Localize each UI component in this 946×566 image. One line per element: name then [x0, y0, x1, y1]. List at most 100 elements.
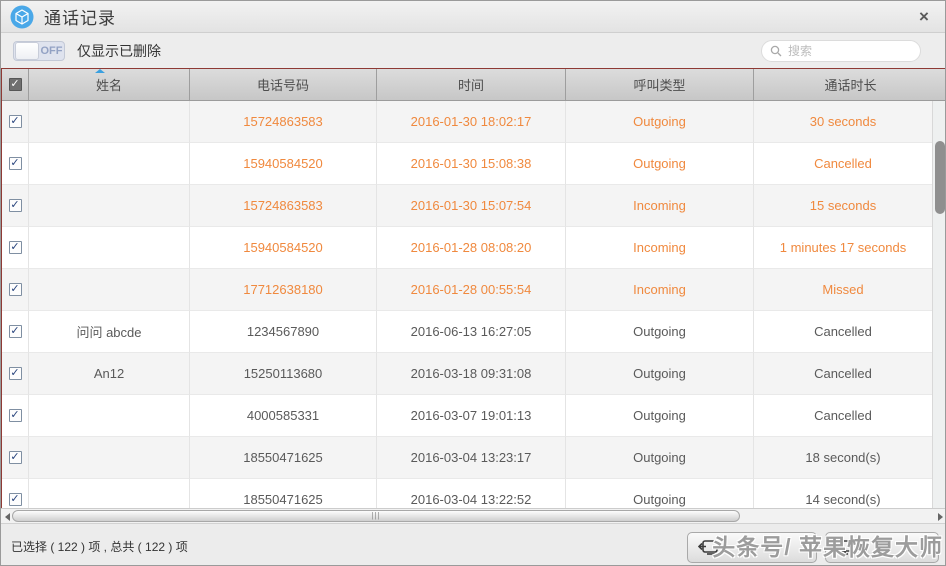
- row-checkbox-cell: ✓: [2, 437, 29, 479]
- row-checkbox[interactable]: ✓: [9, 157, 22, 170]
- scroll-left-arrow-icon[interactable]: [2, 512, 12, 521]
- table-row[interactable]: ✓ 问问 abcde 1234567890 2016-06-13 16:27:0…: [2, 311, 933, 353]
- cell-time: 2016-03-07 19:01:13: [377, 395, 566, 437]
- column-header-time[interactable]: 时间: [377, 69, 566, 100]
- row-checkbox[interactable]: ✓: [9, 199, 22, 212]
- call-records-window: 通话记录 × OFF 仅显示已删除 ✓ 姓名 电话号码: [0, 0, 946, 566]
- table-row[interactable]: ✓ 15940584520 2016-01-30 15:08:38 Outgoi…: [2, 143, 933, 185]
- cell-name: [29, 143, 190, 185]
- table-row[interactable]: ✓ 15724863583 2016-01-30 18:02:17 Outgoi…: [2, 101, 933, 143]
- cell-phone: 1234567890: [190, 311, 377, 353]
- column-header-name-label: 姓名: [96, 75, 122, 94]
- cell-calltype: Incoming: [566, 185, 754, 227]
- cell-phone: 15940584520: [190, 227, 377, 269]
- column-header-duration[interactable]: 通话时长: [754, 69, 946, 100]
- horizontal-scrollbar-thumb[interactable]: |||: [12, 510, 740, 522]
- table-row[interactable]: ✓ 18550471625 2016-03-04 13:23:17 Outgoi…: [2, 437, 933, 479]
- table-row[interactable]: ✓ 15724863583 2016-01-30 15:07:54 Incomi…: [2, 185, 933, 227]
- cell-name: [29, 185, 190, 227]
- cell-time: 2016-06-13 16:27:05: [377, 311, 566, 353]
- cell-name: [29, 101, 190, 143]
- row-checkbox[interactable]: ✓: [9, 451, 22, 464]
- cell-duration: 18 second(s): [754, 437, 933, 479]
- cell-time: 2016-03-04 13:22:52: [377, 479, 566, 508]
- device-arrow-icon: [698, 540, 718, 556]
- row-checkbox-cell: ✓: [2, 311, 29, 353]
- selection-status-text: 已选择 ( 122 ) 项 , 总共 ( 122 ) 项: [11, 538, 188, 555]
- table-row[interactable]: ✓ 17712638180 2016-01-28 00:55:54 Incomi…: [2, 269, 933, 311]
- close-icon[interactable]: ×: [913, 6, 935, 28]
- cell-time: 2016-03-18 09:31:08: [377, 353, 566, 395]
- recover-to-device-button[interactable]: [687, 532, 817, 563]
- vertical-scrollbar[interactable]: [932, 101, 946, 508]
- cell-time: 2016-01-30 18:02:17: [377, 101, 566, 143]
- toolbar: OFF 仅显示已删除: [1, 33, 945, 68]
- row-checkbox[interactable]: ✓: [9, 325, 22, 338]
- search-input[interactable]: [788, 44, 912, 58]
- column-header-name[interactable]: 姓名: [29, 69, 190, 100]
- status-bar: 已选择 ( 122 ) 项 , 总共 ( 122 ) 项 头条号/ 苹果恢复大师: [1, 523, 945, 566]
- cell-duration: 1 minutes 17 seconds: [754, 227, 933, 269]
- row-checkbox[interactable]: ✓: [9, 283, 22, 296]
- cell-time: 2016-01-30 15:07:54: [377, 185, 566, 227]
- cell-calltype: Outgoing: [566, 311, 754, 353]
- column-header-time-label: 时间: [458, 75, 484, 94]
- row-checkbox-cell: ✓: [2, 185, 29, 227]
- column-header-calltype[interactable]: 呼叫类型: [566, 69, 754, 100]
- table-row[interactable]: ✓ 15940584520 2016-01-28 08:08:20 Incomi…: [2, 227, 933, 269]
- sort-arrow-icon: [95, 69, 105, 73]
- cell-duration: 14 second(s): [754, 479, 933, 508]
- cell-calltype: Incoming: [566, 269, 754, 311]
- cell-name: [29, 437, 190, 479]
- horizontal-scrollbar[interactable]: |||: [1, 508, 946, 523]
- cell-phone: 15940584520: [190, 143, 377, 185]
- cell-calltype: Outgoing: [566, 101, 754, 143]
- cell-phone: 15250113680: [190, 353, 377, 395]
- recover-to-computer-button[interactable]: [825, 532, 939, 563]
- cell-name: 问问 abcde: [29, 311, 190, 353]
- cell-duration: Cancelled: [754, 395, 933, 437]
- vertical-scrollbar-thumb[interactable]: [935, 141, 945, 214]
- column-header-duration-label: 通话时长: [824, 75, 876, 94]
- table-row[interactable]: ✓ An12 15250113680 2016-03-18 09:31:08 O…: [2, 353, 933, 395]
- row-checkbox-cell: ✓: [2, 395, 29, 437]
- row-checkbox[interactable]: ✓: [9, 115, 22, 128]
- row-checkbox[interactable]: ✓: [9, 241, 22, 254]
- cell-duration: Cancelled: [754, 143, 933, 185]
- table-row[interactable]: ✓ 18550471625 2016-03-04 13:22:52 Outgoi…: [2, 479, 933, 508]
- cell-calltype: Outgoing: [566, 479, 754, 508]
- select-all-checkbox[interactable]: ✓: [9, 78, 22, 91]
- row-checkbox-cell: ✓: [2, 143, 29, 185]
- table-row[interactable]: ✓ 4000585331 2016-03-07 19:01:13 Outgoin…: [2, 395, 933, 437]
- row-checkbox-cell: ✓: [2, 479, 29, 508]
- cell-name: [29, 395, 190, 437]
- row-checkbox[interactable]: ✓: [9, 409, 22, 422]
- column-header-phone[interactable]: 电话号码: [190, 69, 377, 100]
- computer-icon: [836, 540, 854, 556]
- title-bar: 通话记录 ×: [1, 1, 945, 33]
- cell-calltype: Outgoing: [566, 353, 754, 395]
- search-icon: [770, 45, 782, 57]
- select-all-header[interactable]: ✓: [2, 69, 29, 100]
- cell-calltype: Outgoing: [566, 395, 754, 437]
- cell-duration: 15 seconds: [754, 185, 933, 227]
- show-deleted-toggle[interactable]: OFF: [13, 41, 65, 61]
- cell-name: [29, 227, 190, 269]
- toggle-knob: [15, 42, 39, 60]
- row-checkbox[interactable]: ✓: [9, 367, 22, 380]
- cell-phone: 18550471625: [190, 437, 377, 479]
- scroll-right-arrow-icon[interactable]: [935, 512, 945, 521]
- cell-name: [29, 479, 190, 508]
- cell-phone: 4000585331: [190, 395, 377, 437]
- cell-calltype: Outgoing: [566, 143, 754, 185]
- search-box: [761, 40, 921, 62]
- app-cube-icon: [10, 5, 34, 29]
- cell-duration: 30 seconds: [754, 101, 933, 143]
- cell-calltype: Outgoing: [566, 437, 754, 479]
- toggle-state-label: OFF: [39, 45, 64, 57]
- cell-time: 2016-03-04 13:23:17: [377, 437, 566, 479]
- row-checkbox[interactable]: ✓: [9, 493, 22, 506]
- show-deleted-label: 仅显示已删除: [77, 41, 161, 61]
- cell-time: 2016-01-30 15:08:38: [377, 143, 566, 185]
- column-header-phone-label: 电话号码: [257, 75, 309, 94]
